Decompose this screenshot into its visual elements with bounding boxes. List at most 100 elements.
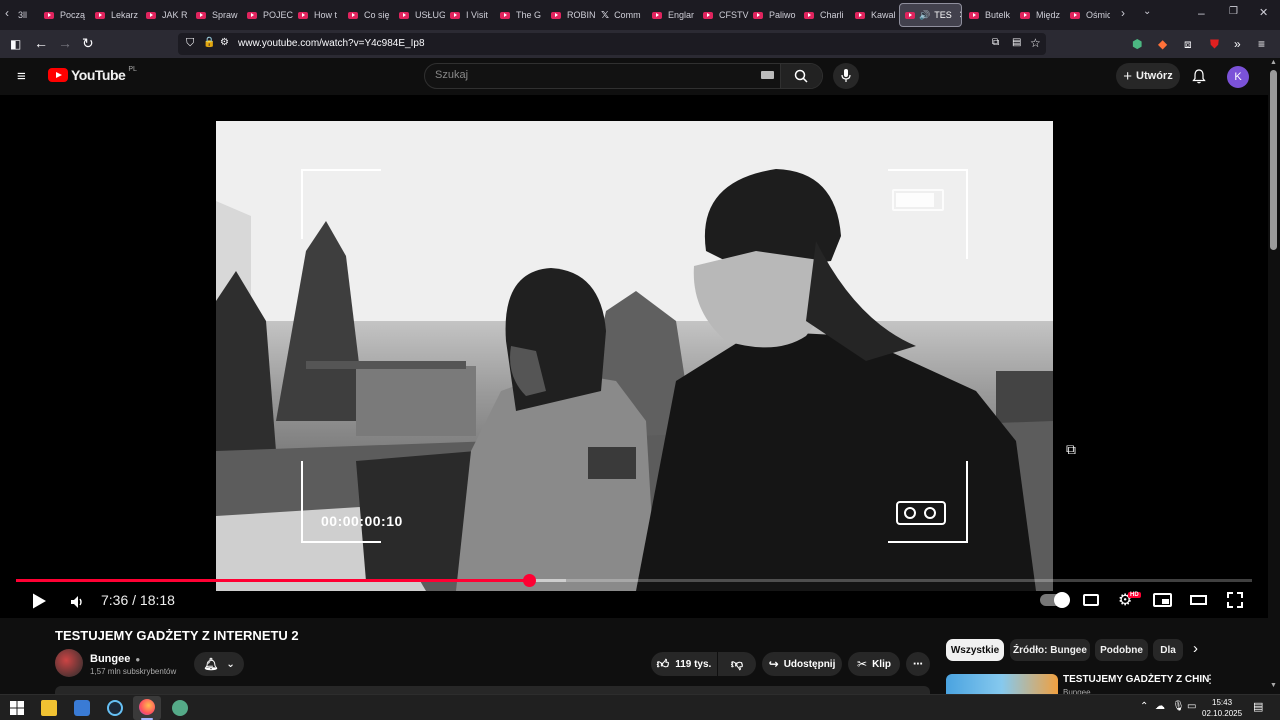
browser-tab[interactable]: 3ll — [18, 3, 44, 27]
close-window-icon[interactable]: ✕ — [1259, 6, 1268, 19]
restore-icon[interactable]: ❐ — [1229, 6, 1238, 17]
browser-tab[interactable]: ROBIN — [551, 3, 597, 27]
app-menu-icon[interactable]: ≡ — [1258, 37, 1265, 51]
scroll-down-icon[interactable]: ▼ — [1270, 682, 1277, 689]
browser-tab[interactable]: The G — [500, 3, 546, 27]
autoplay-toggle[interactable] — [1040, 592, 1070, 608]
network-icon[interactable]: ▭ — [1187, 701, 1196, 712]
create-button[interactable]: + Utwórz — [1116, 63, 1180, 89]
reader-view-icon[interactable]: ▤ — [1012, 37, 1021, 48]
dislike-button[interactable]: 👎︎ — [718, 652, 756, 676]
browser-tab[interactable]: Począ — [44, 3, 90, 27]
channel-name[interactable]: Bungee ● — [90, 653, 140, 665]
notification-center-icon[interactable]: ▤ — [1253, 700, 1263, 713]
system-clock[interactable]: 15:43 02.10.2025 — [1202, 697, 1242, 719]
browser-tab-active[interactable]: 🔊 TES ✕ — [899, 3, 962, 27]
expand-video-icon[interactable]: ⧉ — [1066, 441, 1076, 458]
url-text[interactable]: www.youtube.com/watch?v=Y4c984E_Ip8 — [238, 38, 425, 49]
reload-icon[interactable]: ↻ — [82, 35, 94, 52]
sidebar-toggle-icon[interactable]: ◧ — [10, 37, 21, 51]
ublock-icon[interactable]: ⛊ — [1210, 37, 1219, 52]
search-button[interactable] — [780, 64, 822, 88]
bookmark-star-icon[interactable]: ☆ — [1030, 36, 1041, 50]
browser-tab[interactable]: Englar — [652, 3, 698, 27]
tab-scroll-left-icon[interactable]: ‹ — [5, 6, 9, 20]
windows-start-icon[interactable] — [9, 700, 25, 716]
keyboard-icon[interactable] — [761, 71, 774, 79]
user-avatar[interactable]: K — [1227, 66, 1249, 88]
speaker-icon[interactable]: 🔊 — [919, 10, 930, 21]
related-video-title[interactable]: TESTUJEMY GADŻETY Z CHIN — [1063, 674, 1209, 685]
related-more-icon[interactable]: ⋮ — [1204, 672, 1216, 686]
clip-button[interactable]: ✂ Klip — [848, 652, 900, 676]
scrollbar-thumb[interactable] — [1270, 70, 1277, 250]
browser-tab[interactable]: CFSTV — [703, 3, 749, 27]
overflow-chevron-icon[interactable]: » — [1234, 37, 1241, 51]
firefox-taskbar-active[interactable] — [133, 696, 161, 720]
scroll-up-icon[interactable]: ▲ — [1270, 59, 1277, 66]
volume-icon[interactable] — [70, 593, 86, 611]
video-player[interactable]: 00:00:00:10 ⧉ 7:36 / 18:18 ⚙ HD — [0, 95, 1268, 618]
tab-scroll-right-icon[interactable]: › — [1121, 6, 1125, 20]
chip-all[interactable]: Wszystkie — [946, 639, 1004, 661]
chip-source-channel[interactable]: Źródło: Bungee — [1010, 639, 1090, 661]
video-frame[interactable]: 00:00:00:10 — [216, 121, 1053, 591]
shield-icon[interactable]: ⛉ — [186, 37, 194, 50]
subtitles-icon[interactable] — [1083, 594, 1099, 606]
description-box[interactable] — [55, 686, 930, 694]
browser-tab[interactable]: Ośmic — [1070, 3, 1110, 27]
like-button[interactable]: 👍︎ 119 tys. — [651, 652, 717, 676]
progress-bar[interactable] — [16, 574, 1252, 587]
chip-related[interactable]: Podobne — [1095, 639, 1148, 661]
microphone-tray-icon[interactable]: 🎙︎ — [1172, 701, 1185, 712]
extensions-icon[interactable]: ⧈ — [1184, 37, 1192, 52]
page-scrollbar[interactable]: ▲ ▼ — [1268, 58, 1280, 694]
voice-search-button[interactable] — [833, 63, 859, 89]
youtube-logo[interactable]: YouTube PL — [48, 66, 137, 83]
hamburger-menu-icon[interactable]: ≡ — [17, 68, 26, 85]
browser-tab[interactable]: Lekarz — [95, 3, 141, 27]
theater-mode-icon[interactable] — [1190, 595, 1207, 605]
chips-next-icon[interactable]: › — [1193, 640, 1198, 657]
tab-list-icon[interactable]: ⌄ — [1143, 6, 1151, 17]
fox-extension-icon[interactable]: ◆ — [1158, 37, 1167, 51]
permissions-icon[interactable]: ⚙ — [220, 37, 229, 48]
lock-icon[interactable]: 🔒 — [203, 37, 215, 48]
chip-for-you[interactable]: Dla — [1153, 639, 1183, 661]
browser-tab[interactable]: I Visit — [450, 3, 496, 27]
browser-tab[interactable]: Co się — [348, 3, 394, 27]
onedrive-icon[interactable]: ☁ — [1155, 701, 1165, 712]
browser-tab[interactable]: Spraw — [196, 3, 242, 27]
forward-icon[interactable]: → — [58, 35, 72, 51]
vpn-extension-icon[interactable]: ⬢ — [1132, 37, 1142, 51]
url-bar[interactable]: ⛉ 🔒 ⚙ www.youtube.com/watch?v=Y4c984E_Ip… — [178, 33, 1046, 55]
picture-in-picture-icon[interactable]: ⧉ — [992, 37, 999, 48]
browser-tab[interactable]: How t — [298, 3, 344, 27]
more-actions-button[interactable]: ⋯ — [906, 652, 930, 676]
file-explorer-icon[interactable] — [41, 700, 57, 716]
miniplayer-icon[interactable] — [1153, 593, 1172, 607]
scrubber-handle[interactable] — [522, 574, 536, 587]
search-input[interactable] — [435, 69, 755, 81]
browser-tab[interactable]: 𝕏 Comm — [601, 3, 647, 27]
fullscreen-icon[interactable] — [1227, 592, 1243, 608]
browser-tab[interactable]: Butelk — [969, 3, 1015, 27]
subscription-bell-button[interactable]: 🔔︎ ⌄ — [194, 652, 244, 676]
browser-tab[interactable]: Kawal — [855, 3, 895, 27]
browser-tab[interactable]: POJEC — [247, 3, 293, 27]
channel-avatar[interactable] — [55, 649, 83, 677]
app-taskbar-icon[interactable] — [172, 700, 188, 716]
back-icon[interactable]: ← — [34, 35, 48, 51]
related-video-thumbnail[interactable] — [946, 674, 1058, 694]
tray-chevron-icon[interactable]: ⌃ — [1140, 701, 1148, 712]
browser-tab[interactable]: USŁUG — [399, 3, 445, 27]
minimize-icon[interactable]: – — [1198, 6, 1205, 20]
browser-tab[interactable]: Paliwo — [753, 3, 799, 27]
play-icon[interactable] — [31, 592, 47, 610]
control-panel-icon[interactable] — [74, 700, 90, 716]
share-button[interactable]: ↪ Udostępnij — [762, 652, 842, 676]
browser-tab[interactable]: Międz — [1020, 3, 1066, 27]
steam-icon[interactable] — [107, 700, 123, 716]
browser-tab[interactable]: Charli — [804, 3, 850, 27]
tab-close-icon[interactable]: ✕ — [959, 10, 961, 21]
